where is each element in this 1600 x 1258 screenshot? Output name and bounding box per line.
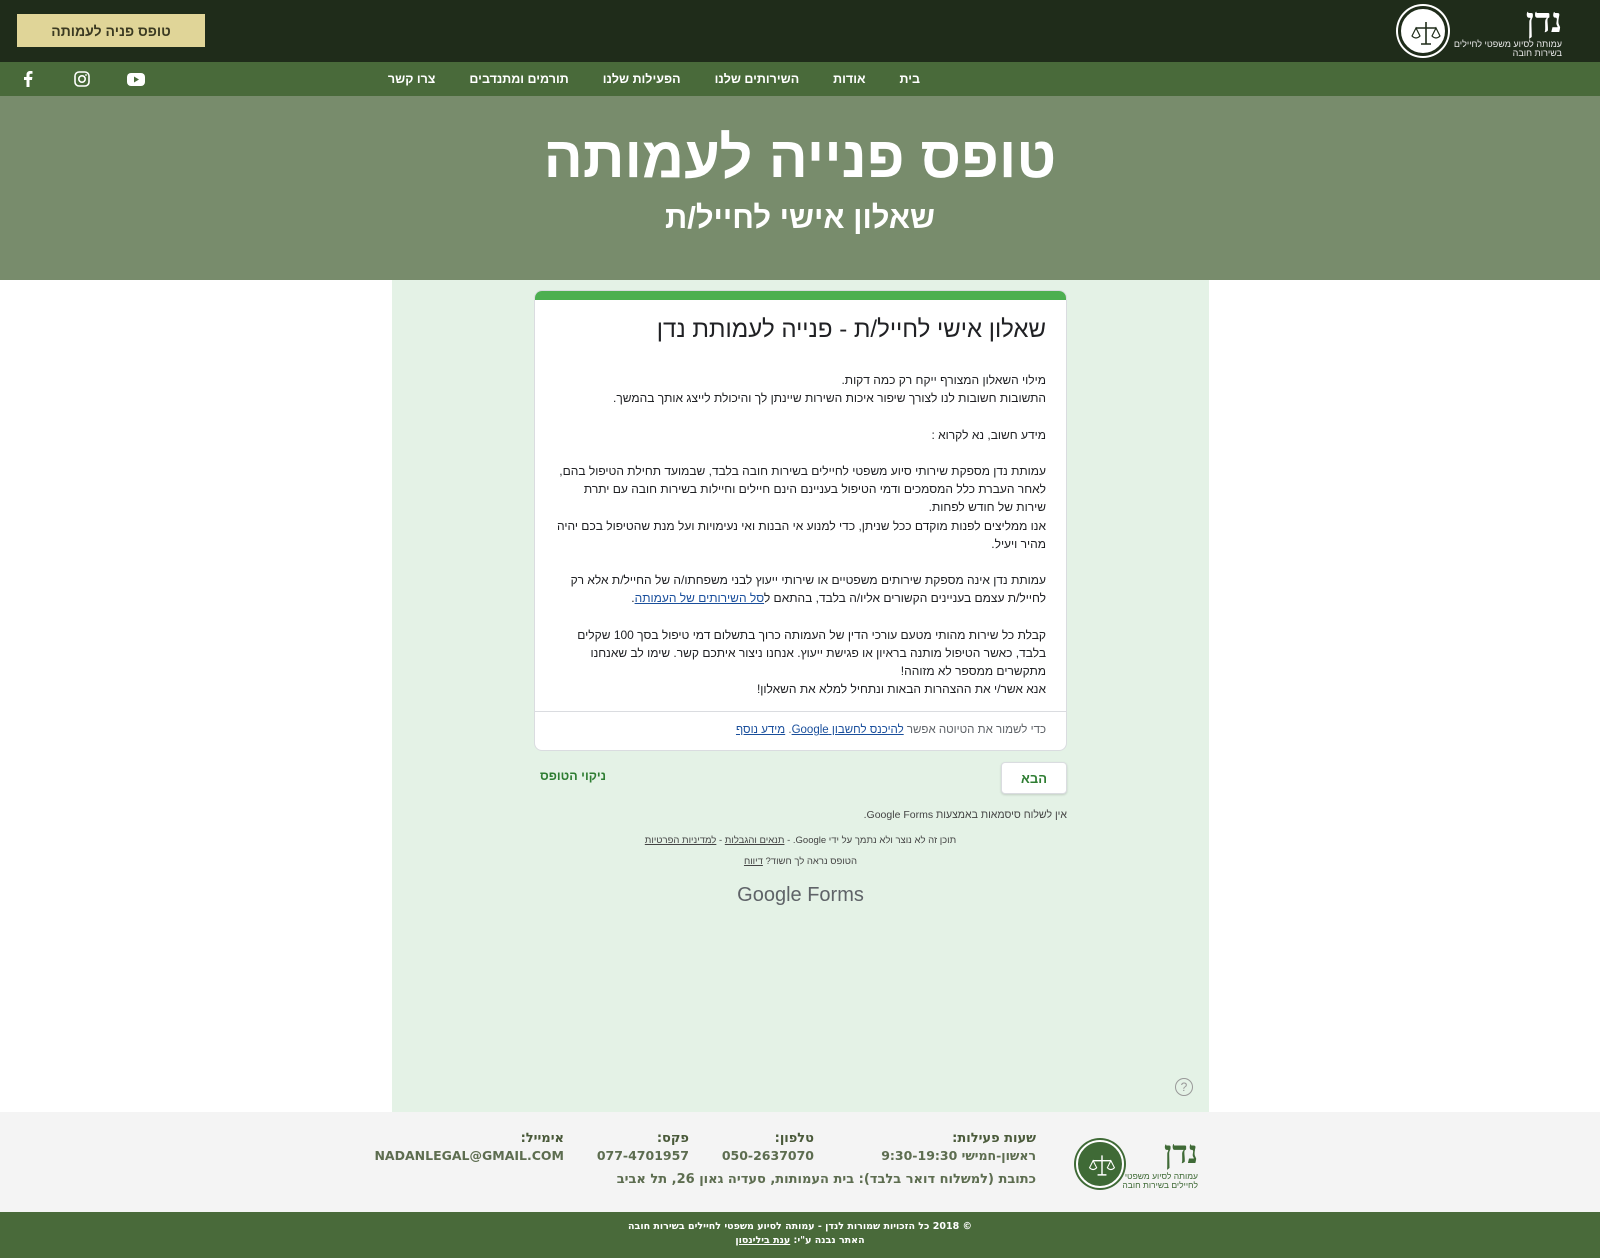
form-description: מילוי השאלון המצורף ייקח רק כמה דקות. הת… xyxy=(554,371,1046,699)
builder-link[interactable]: ענת בילינסון xyxy=(735,1235,790,1246)
nav-item-activity[interactable]: הפעילות שלנו xyxy=(603,72,681,86)
hero-banner: טופס פנייה לעמותה שאלון אישי לחייל/ת xyxy=(0,96,1600,280)
google-forms-logo[interactable]: Google Forms xyxy=(534,884,1067,907)
description-paragraph: עמותת נדן מספקת שירותי סיוע משפטי לחיילי… xyxy=(557,463,1046,551)
save-draft-note: כדי לשמור את הטיוטה אפשר להיכנס לחשבון G… xyxy=(735,724,1046,736)
card-accent-bar xyxy=(535,291,1066,300)
youtube-icon[interactable] xyxy=(126,69,146,89)
scales-icon xyxy=(1398,6,1448,56)
privacy-link[interactable]: למדיניות הפרטיות xyxy=(645,835,717,846)
site-footer: נדן עמותה לסיוע משפטי לחיילים בשירות חוב… xyxy=(0,1112,1600,1212)
no-passwords-note: אין לשלוח סיסמאות באמצעות Google Forms. xyxy=(863,809,1067,821)
footer-logo-subtitle: עמותה לסיוע משפטי לחיילים בשירות חובה xyxy=(1122,1171,1198,1190)
nav-item-home[interactable]: בית xyxy=(900,72,921,86)
copyright-text: © 2018 כל הזכויות שמורות לנדן - עמותה לס… xyxy=(628,1221,972,1232)
report-link[interactable]: דיווח xyxy=(744,856,763,867)
clear-form-button[interactable]: ניקוי הטופס xyxy=(540,769,606,783)
credits-line: האתר נבנה ע"י: ענת בילינסון xyxy=(735,1235,865,1246)
phone-block: טלפון: 050-2637070 xyxy=(721,1131,814,1163)
hours-block: שעות פעילות: ראשון-חמישי 9:30-19:30 xyxy=(881,1131,1036,1163)
top-bar: טופס פניה לעמותה נדן עמותה לסיוע משפטי ל… xyxy=(0,0,1600,62)
terms-link[interactable]: תנאים והגבלות xyxy=(725,835,785,846)
logo-name: נדן xyxy=(1525,1,1562,41)
nav-item-services[interactable]: השירותים שלנו xyxy=(715,72,800,86)
copyright-bar: © 2018 כל הזכויות שמורות לנדן - עמותה לס… xyxy=(0,1212,1600,1258)
description-paragraph: מידע חשוב, נא לקרוא : xyxy=(931,427,1046,442)
social-links xyxy=(18,62,146,96)
nav-item-about[interactable]: אודות xyxy=(833,72,865,86)
description-paragraph: עמותת נדן אינה מספקת שירותים משפטיים או … xyxy=(570,573,1046,606)
form-header-card: שאלון אישי לחייל/ת - פנייה לעמותת נדן מי… xyxy=(534,290,1067,751)
form-title: שאלון אישי לחייל/ת - פנייה לעמותת נדן xyxy=(656,316,1046,343)
logo-subtitle: עמותה לסיוע משפטי לחיילים בשירות חובה xyxy=(1453,39,1562,58)
services-link[interactable]: סל השירותים של העמותה xyxy=(635,591,765,605)
fax-block: פקס: 077-4701957 xyxy=(596,1131,689,1163)
email-link[interactable]: NADANLEGAL@GMAIL.COM xyxy=(374,1147,564,1164)
nav-item-contact[interactable]: צרו קשר xyxy=(388,72,436,86)
footer-logo-name: נדן xyxy=(1164,1133,1198,1171)
instagram-icon[interactable] xyxy=(72,69,92,89)
main-nav: בית אודות השירותים שלנו הפעילות שלנו תור… xyxy=(388,62,920,96)
divider xyxy=(535,711,1066,712)
page-subtitle: שאלון אישי לחייל/ת xyxy=(664,200,936,235)
sign-in-link[interactable]: להיכנס לחשבון Google xyxy=(792,724,904,736)
report-abuse-line: הטופס נראה לך חשוד? דיווח xyxy=(743,856,858,867)
help-icon[interactable]: ? xyxy=(1175,1078,1193,1096)
postal-address: כתובת (למשלוח דואר בלבד): בית העמותות, ס… xyxy=(616,1172,1036,1187)
nav-item-donors[interactable]: תורמים ומתנדבים xyxy=(469,72,568,86)
description-paragraph: מילוי השאלון המצורף ייקח רק כמה דקות. הת… xyxy=(612,373,1046,406)
page-title: טופס פנייה לעמותה xyxy=(543,125,1057,190)
google-disclaimer: תוכן זה לא נוצר ולא נתמך על ידי Google. … xyxy=(644,835,957,846)
next-button[interactable]: הבא xyxy=(1001,762,1067,794)
facebook-icon[interactable] xyxy=(18,69,38,89)
footer-logo: נדן עמותה לסיוע משפטי לחיילים בשירות חוב… xyxy=(1076,1133,1198,1192)
site-logo[interactable]: נדן עמותה לסיוע משפטי לחיילים בשירות חוב… xyxy=(1398,1,1562,58)
contact-form-button[interactable]: טופס פניה לעמותה xyxy=(17,14,205,47)
more-info-link[interactable]: מידע נוסף xyxy=(736,724,785,736)
description-paragraph: קבלת כל שירות מהותי מטעם עורכי הדין של ה… xyxy=(577,627,1046,697)
email-block: אימייל: NADANLEGAL@GMAIL.COM xyxy=(374,1131,564,1164)
nav-bar: בית אודות השירותים שלנו הפעילות שלנו תור… xyxy=(0,62,1600,96)
